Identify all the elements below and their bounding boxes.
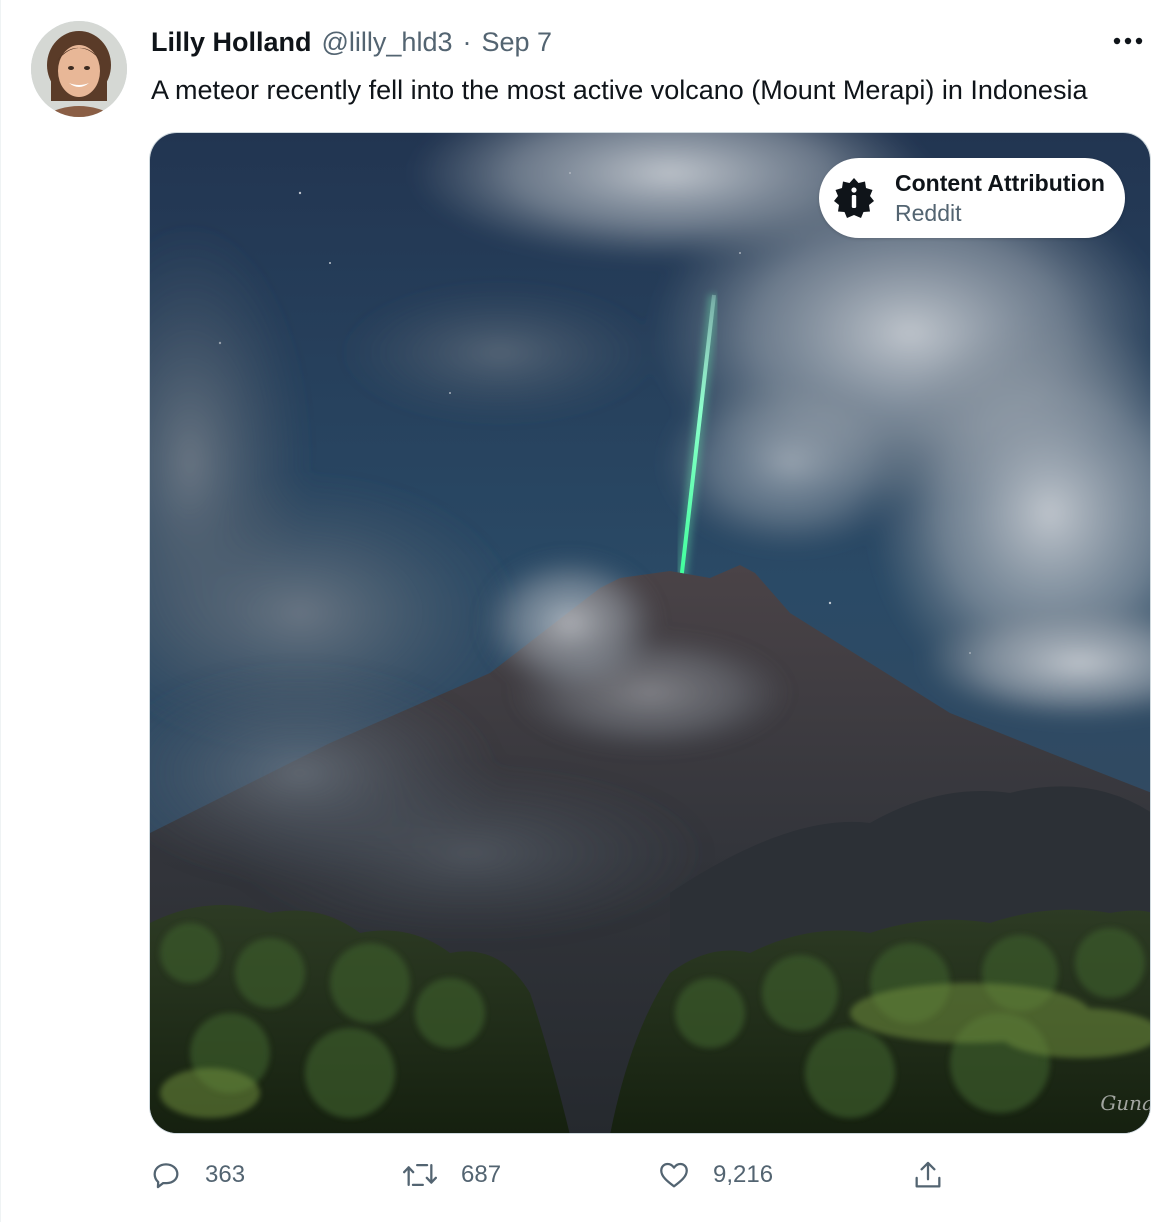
share-button[interactable] xyxy=(911,1150,945,1200)
meteor-volcano-photo xyxy=(150,133,1150,1133)
retweet-count: 687 xyxy=(461,1161,502,1188)
tweet-photo[interactable]: Content Attribution Reddit Guna xyxy=(149,132,1151,1134)
display-name[interactable]: Lilly Holland xyxy=(151,27,312,58)
tweet[interactable]: Lilly Holland @lilly_hld3 · Sep 7 A mete… xyxy=(0,0,1176,1222)
tweet-actions: 363 687 9,216 xyxy=(149,1150,979,1200)
tweet-text: A meteor recently fell into the most act… xyxy=(151,75,1088,105)
user-handle[interactable]: @lilly_hld3 xyxy=(322,27,453,58)
more-horizontal-icon xyxy=(1113,37,1143,45)
attribution-title: Content Attribution xyxy=(895,170,1105,196)
avatar[interactable] xyxy=(31,21,127,117)
photo-watermark: Guna xyxy=(1100,1091,1151,1115)
tweet-header: Lilly Holland @lilly_hld3 · Sep 7 xyxy=(151,26,552,58)
share-icon xyxy=(915,1161,941,1188)
like-count: 9,216 xyxy=(713,1161,774,1188)
content-attribution-pill[interactable]: Content Attribution Reddit xyxy=(819,158,1125,238)
retweet-icon xyxy=(403,1163,437,1187)
more-options-button[interactable] xyxy=(1110,26,1146,56)
info-badge-icon xyxy=(834,178,874,218)
reply-button[interactable]: 363 xyxy=(149,1150,245,1200)
avatar-image xyxy=(31,21,127,117)
attribution-source[interactable]: Reddit xyxy=(895,198,1105,228)
reply-icon xyxy=(153,1163,179,1189)
separator-dot: · xyxy=(462,26,472,57)
like-button[interactable]: 9,216 xyxy=(657,1150,773,1200)
retweet-button[interactable]: 687 xyxy=(401,1150,501,1200)
tweet-date[interactable]: Sep 7 xyxy=(481,27,552,58)
reply-count: 363 xyxy=(205,1161,246,1188)
heart-icon xyxy=(660,1162,688,1188)
